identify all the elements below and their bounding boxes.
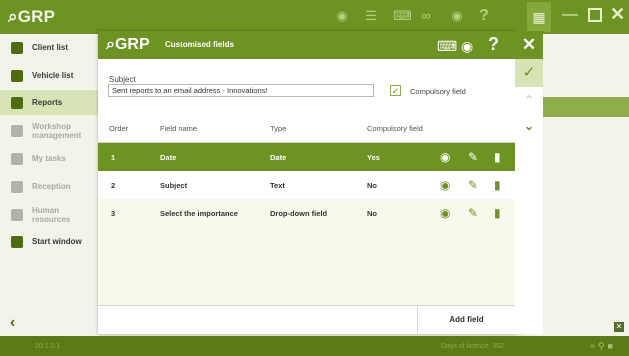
row-type: Drop-down field <box>270 209 328 218</box>
sidebar-item-client-list[interactable]: Client list <box>0 35 98 60</box>
chevron-down-icon[interactable]: ⌄ <box>515 113 543 139</box>
compulsory-checkbox[interactable]: ✓ <box>390 85 401 96</box>
sidebar-item-label: Reception <box>32 182 71 191</box>
sidebar-item-start-window[interactable]: Start window <box>0 229 98 254</box>
close-window-icon[interactable]: ✕ <box>610 4 625 25</box>
version-label: 20.1.0.1 <box>35 343 61 350</box>
back-chevron-icon[interactable]: ‹ <box>10 314 15 332</box>
vehicle-icon <box>11 69 23 82</box>
row-compulsory: Yes <box>367 153 380 162</box>
column-header-order: Order <box>109 124 129 133</box>
row-field-name: Select the importance <box>160 209 238 218</box>
list-icon[interactable]: ☰ <box>363 9 379 23</box>
apps-grid-icon[interactable]: ▦ <box>527 2 551 32</box>
row-compulsory: No <box>367 181 377 190</box>
sidebar-item-label: Client list <box>32 43 69 52</box>
column-header-field-name: Field name <box>160 124 198 133</box>
sidebar-item-label: Workshop management <box>32 122 82 140</box>
check-icon[interactable]: ✓ <box>515 59 543 87</box>
sidebar-item-label: Vehicle list <box>32 71 74 80</box>
row-order: 3 <box>111 209 116 218</box>
help-icon[interactable]: ? <box>476 8 492 24</box>
app-logo: ⌕GRP <box>8 7 56 26</box>
workshop-icon <box>11 125 23 137</box>
pencil-icon[interactable]: ✎ <box>468 150 478 164</box>
maximize-icon[interactable] <box>588 8 602 22</box>
row-order: 2 <box>111 181 116 190</box>
status-bar: 20.1.0.1 Days of licence: 362 ≈⚲■ <box>0 336 629 356</box>
chevron-up-icon[interactable]: ⌃ <box>515 87 543 113</box>
sidebar-item-label: Human resources <box>32 205 71 224</box>
trash-icon[interactable]: ▮ <box>494 150 501 164</box>
keyboard-icon[interactable]: ⌨ <box>393 9 412 23</box>
eye-icon[interactable]: ◉ <box>440 150 450 164</box>
subject-input[interactable] <box>108 84 374 97</box>
sidebar-item-label: Start window <box>32 237 82 246</box>
sidebar-item-label: Reports <box>32 98 63 107</box>
wifi-icon: ≈⚲■ <box>590 341 616 351</box>
customised-fields-dialog: ⌕GRP Customised fields ⌨ ◉ ? Subject ✓ C… <box>98 31 515 335</box>
sidebar-item-my-tasks[interactable]: My tasks <box>0 146 98 171</box>
column-header-compulsory: Compulsory field <box>367 124 423 133</box>
compulsory-label: Compulsory field <box>410 87 466 96</box>
camera-icon[interactable]: ◉ <box>449 9 465 23</box>
dialog-logo: ⌕GRP <box>106 36 150 53</box>
table-row[interactable]: 3 Select the importance Drop-down field … <box>98 199 515 227</box>
licence-days-label: Days of licence: 362 <box>441 343 505 350</box>
dialog-footer: Add field <box>98 305 515 335</box>
eye-icon[interactable]: ◉ <box>440 206 450 220</box>
sidebar-item-human-resources[interactable]: Human resources <box>0 202 98 227</box>
pencil-icon[interactable]: ✎ <box>468 178 478 192</box>
home-icon <box>11 235 23 248</box>
eye-icon[interactable]: ◉ <box>440 178 450 192</box>
row-field-name: Date <box>160 153 177 162</box>
sidebar-item-workshop-management[interactable]: Workshop management <box>0 117 98 145</box>
sidebar-item-vehicle-list[interactable]: Vehicle list <box>0 63 98 88</box>
dialog-header: ⌕GRP Customised fields ⌨ ◉ ? <box>98 31 515 59</box>
row-field-name: Subject <box>160 181 188 190</box>
reception-icon <box>11 180 23 193</box>
pencil-icon[interactable]: ✎ <box>468 206 478 220</box>
subject-label: Subject <box>109 75 136 84</box>
row-type: Text <box>270 181 285 190</box>
tasks-icon <box>11 152 23 165</box>
row-compulsory: No <box>367 209 377 218</box>
keyboard-icon[interactable]: ⌨ <box>437 38 457 55</box>
minimize-icon[interactable]: — <box>562 6 578 24</box>
camera-icon[interactable]: ◉ <box>461 38 473 55</box>
column-header-type: Type <box>270 124 287 133</box>
table-empty-area <box>98 227 515 305</box>
trash-icon[interactable]: ▮ <box>494 206 501 220</box>
table-header: Order Field name Type Compulsory field <box>98 117 515 142</box>
close-icon[interactable]: ✕ <box>515 31 543 59</box>
table-row[interactable]: 2 Subject Text No ◉ ✎ ▮ <box>98 171 515 199</box>
trash-icon[interactable]: ▮ <box>494 178 501 192</box>
globe-icon[interactable]: ◉ <box>334 9 350 23</box>
link-icon[interactable]: ∞ <box>418 9 434 23</box>
client-list-icon <box>11 41 23 54</box>
sidebar-item-reception[interactable]: Reception <box>0 174 98 199</box>
sidebar-item-reports[interactable]: Reports <box>0 90 98 115</box>
sidebar-item-label: My tasks <box>32 154 66 163</box>
close-panel-icon[interactable]: ✕ <box>614 322 624 332</box>
help-icon[interactable]: ? <box>488 34 499 55</box>
dialog-title: Customised fields <box>165 40 234 49</box>
human-resources-icon <box>11 208 23 221</box>
row-type: Date <box>270 153 287 162</box>
add-field-button[interactable]: Add field <box>418 306 515 334</box>
reports-icon <box>11 96 23 109</box>
row-order: 1 <box>111 153 116 162</box>
table-row[interactable]: 1 Date Date Yes ◉ ✎ ▮ <box>98 143 515 171</box>
